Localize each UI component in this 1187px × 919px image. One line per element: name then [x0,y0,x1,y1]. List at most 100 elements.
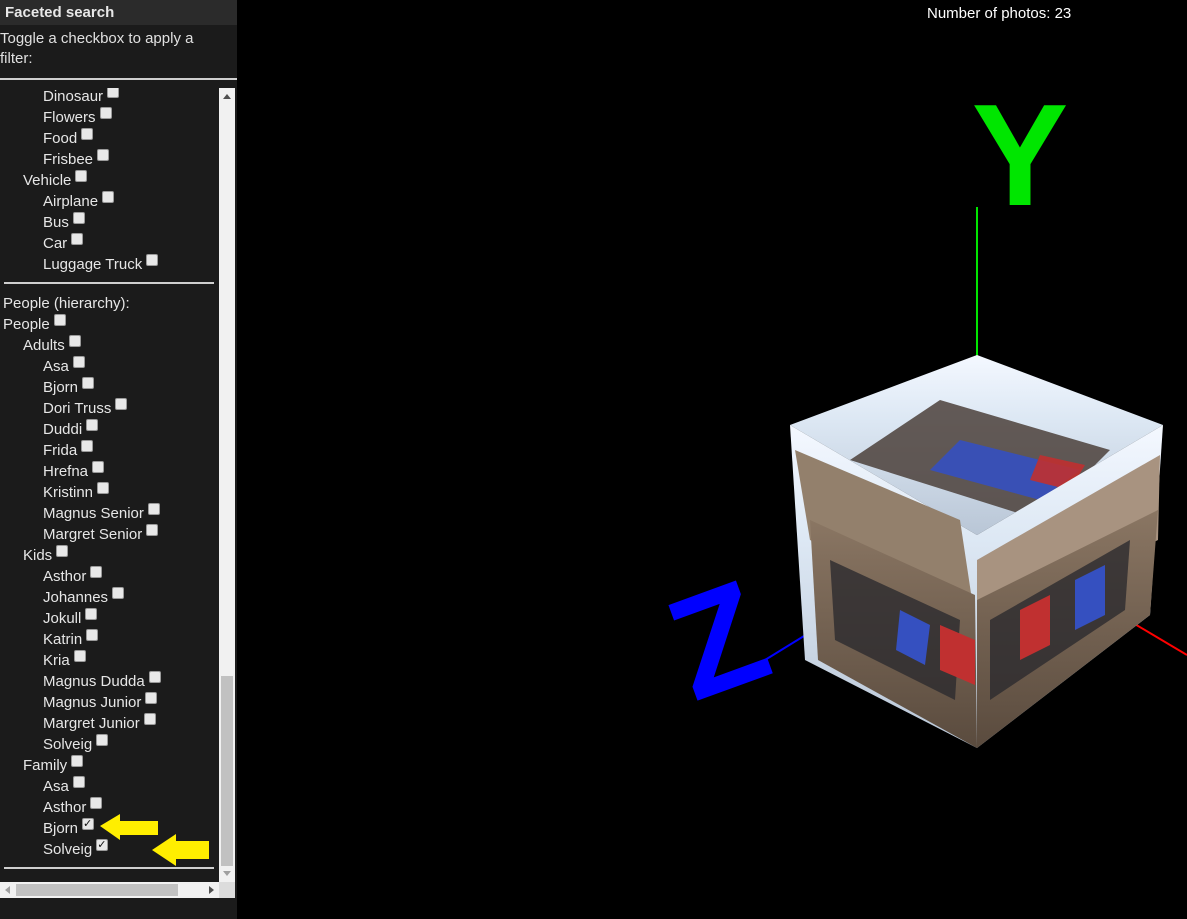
horizontal-scrollbar[interactable] [0,882,219,898]
facet-label: Magnus Dudda [43,673,145,690]
scrollbar-thumb[interactable] [221,676,233,866]
facet-checkbox[interactable] [148,671,161,683]
facet-checkbox[interactable] [146,524,159,536]
panel-title: Faceted search [0,0,237,25]
facet-item[interactable]: Kria [43,650,86,671]
scroll-left-arrow-icon[interactable] [5,886,10,894]
facet-checkbox[interactable] [81,440,94,452]
facet-checkbox[interactable] [146,254,159,266]
facet-item[interactable]: Luggage Truck [43,254,159,275]
faceted-search-panel: Faceted search Toggle a checkbox to appl… [0,0,237,919]
facet-label: Kristinn [43,484,94,501]
facet-item[interactable]: Magnus Dudda [43,671,161,692]
facet-item[interactable]: People [3,314,66,335]
facet-checkbox[interactable] [143,713,156,725]
facet-item[interactable]: Bus [43,212,85,233]
facet-item[interactable]: Food [43,128,94,149]
facet-label: Katrin [43,631,83,648]
facet-item[interactable]: Car [43,233,84,254]
facet-checkbox[interactable] [97,149,110,161]
facet-item[interactable]: Family [23,755,84,776]
facet-label: Family [23,757,68,774]
facet-label: Margret Senior [43,526,143,543]
facet-item[interactable]: Airplane [43,191,115,212]
facet-item[interactable]: Asa [43,776,85,797]
facet-item[interactable]: Kids [23,545,69,566]
facet-label: Car [43,235,68,252]
facet-checkbox[interactable] [72,776,85,788]
people-heading: People (hierarchy): [3,295,130,312]
scroll-right-arrow-icon[interactable] [209,886,214,894]
facet-label: Bus [43,214,69,231]
facet-item[interactable]: Jokull [43,608,98,629]
facet-checkbox[interactable] [82,377,95,389]
facet-label: Luggage Truck [43,256,143,273]
scrollbar-corner [219,882,235,898]
facet-item[interactable]: Hrefna [43,461,105,482]
facet-checkbox[interactable] [97,482,110,494]
divider [0,78,237,80]
facet-item[interactable]: Margret Senior [43,524,159,545]
facet-item[interactable]: Magnus Junior [43,692,158,713]
facet-item[interactable]: Kristinn [43,482,110,503]
scrollbar-thumb[interactable] [16,884,178,896]
facet-checkbox[interactable] [112,587,125,599]
facet-item[interactable]: Dori Truss [43,398,128,419]
facet-checkbox[interactable] [86,629,99,641]
facet-checkbox[interactable] [72,212,85,224]
facet-checkbox[interactable] [68,335,81,347]
facet-item[interactable]: Asthor [43,566,103,587]
facet-checkbox[interactable] [72,356,85,368]
facet-item[interactable]: Bjorn [43,814,95,839]
facet-checkbox[interactable] [90,566,103,578]
facet-checkbox[interactable] [92,461,105,473]
facet-item[interactable]: Asa [43,356,85,377]
facet-item[interactable]: Katrin [43,629,99,650]
facet-label: Frisbee [43,151,94,168]
facet-label: Asthor [43,568,87,585]
facet-item[interactable]: Dinosaur [43,88,120,107]
facet-label: Food [43,130,78,147]
facet-item[interactable]: Johannes [43,587,125,608]
facet-checkbox[interactable] [102,191,115,203]
facet-label: Dinosaur [43,88,104,105]
facet-item[interactable]: Frida [43,440,94,461]
facet-item[interactable]: Magnus Senior [43,503,160,524]
facet-checkbox[interactable] [85,608,98,620]
facet-checkbox[interactable] [86,419,99,431]
facet-checkbox[interactable] [71,755,84,767]
facet-checkbox[interactable] [115,398,128,410]
facet-checkbox-checked[interactable] [82,814,95,835]
facet-item[interactable]: Vehicle [23,170,88,191]
facet-item[interactable]: Flowers [43,107,112,128]
facet-item[interactable]: Asthor [43,797,103,818]
facet-item[interactable]: Frisbee [43,149,110,170]
facet-checkbox[interactable] [147,503,160,515]
facet-label: Bjorn [43,820,79,837]
scroll-up-arrow-icon[interactable] [223,94,231,99]
facet-checkbox[interactable] [71,233,84,245]
facet-checkbox[interactable] [56,545,69,557]
facet-label: Asa [43,358,69,375]
facet-checkbox[interactable] [107,88,120,98]
facet-item[interactable]: Margret Junior [43,713,156,734]
facet-list[interactable]: Dinosaur Flowers Food Frisbee Vehicle Ai… [0,88,219,882]
photo-cube[interactable] [790,355,1163,748]
facet-label: Solveig [43,736,93,753]
facet-checkbox[interactable] [99,107,112,119]
facet-checkbox[interactable] [145,692,158,704]
facet-item[interactable]: Bjorn [43,377,95,398]
facet-item[interactable]: Adults [23,335,81,356]
facet-checkbox[interactable] [53,314,66,326]
facet-item[interactable]: Duddi [43,419,99,440]
facet-checkbox[interactable] [75,170,88,182]
facet-checkbox[interactable] [90,797,103,809]
facet-checkbox[interactable] [96,734,109,746]
scroll-down-arrow-icon[interactable] [223,871,231,876]
facet-checkbox[interactable] [81,128,94,140]
vertical-scrollbar[interactable] [219,88,235,882]
3d-viewport[interactable]: Y Z [237,0,1187,919]
facet-checkbox[interactable] [73,650,86,662]
facet-label: Bjorn [43,379,79,396]
facet-item[interactable]: Solveig [43,734,109,755]
